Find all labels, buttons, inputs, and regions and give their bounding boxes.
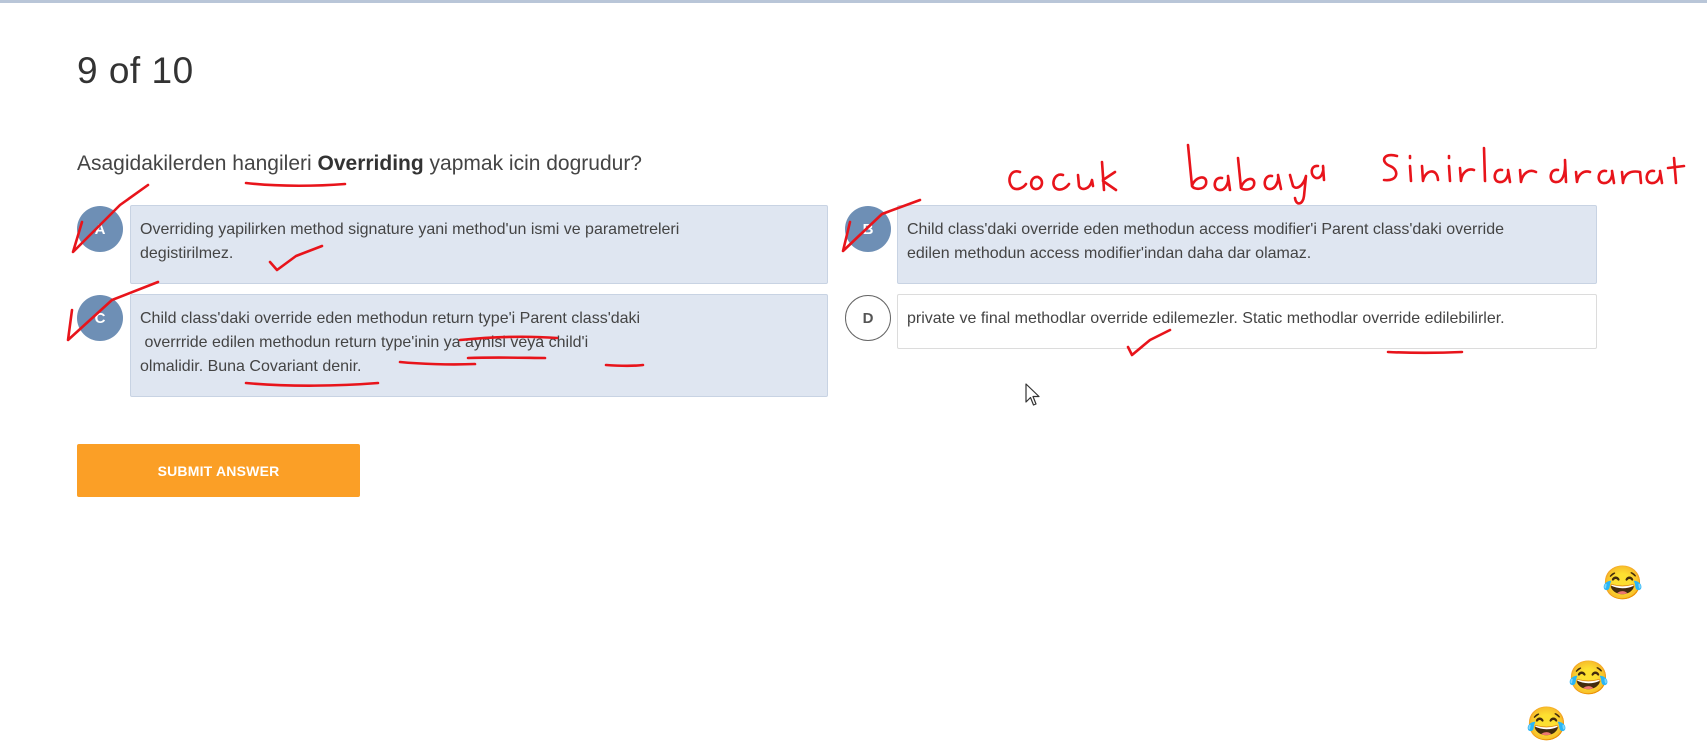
option-c-line-2: overrride edilen methodun return type'in…	[140, 331, 818, 355]
question-text: Asagidakilerden hangileri Overriding yap…	[77, 152, 642, 176]
handwriting-cocuk	[1009, 162, 1116, 190]
option-a-line-1: Overriding yapilirken method signature y…	[140, 218, 818, 242]
submit-answer-button[interactable]: SUBMIT ANSWER	[77, 444, 360, 497]
mouse-cursor-icon	[1025, 383, 1041, 407]
option-b-line-2: edilen methodun access modifier'indan da…	[907, 242, 1587, 266]
option-a-line-2: degistirilmez.	[140, 242, 818, 266]
handwriting-sinirlari-daraltamaz	[1384, 148, 1684, 183]
handwriting-babaya	[1188, 145, 1324, 203]
option-c-line-1: Child class'daki override eden methodun …	[140, 307, 818, 331]
option-c-badge[interactable]: C	[77, 295, 123, 341]
top-border	[0, 0, 1707, 3]
option-b-badge[interactable]: B	[845, 206, 891, 252]
laughing-tears-emoji-icon: 😂	[1526, 707, 1567, 740]
option-b-text[interactable]: Child class'daki override eden methodun …	[897, 205, 1597, 284]
question-part-1: Asagidakilerden hangileri	[77, 152, 318, 175]
option-c-text[interactable]: Child class'daki override eden methodun …	[130, 294, 828, 397]
option-d-line-1: private ve final methodlar override edil…	[907, 307, 1587, 331]
laughing-tears-emoji-icon: 😂	[1602, 566, 1643, 599]
option-d-badge[interactable]: D	[845, 295, 891, 341]
option-d-text[interactable]: private ve final methodlar override edil…	[897, 294, 1597, 349]
question-part-2: yapmak icin dogrudur?	[424, 152, 642, 175]
laughing-tears-emoji-icon: 😂	[1568, 661, 1609, 694]
underline-static	[1388, 352, 1462, 353]
underline-hangileri	[246, 183, 345, 186]
question-keyword: Overriding	[318, 152, 424, 175]
option-c-line-3: olmalidir. Buna Covariant denir.	[140, 355, 818, 379]
option-b-line-1: Child class'daki override eden methodun …	[907, 218, 1587, 242]
option-a-text[interactable]: Overriding yapilirken method signature y…	[130, 205, 828, 284]
question-progress: 9 of 10	[77, 50, 194, 92]
option-a-badge[interactable]: A	[77, 206, 123, 252]
